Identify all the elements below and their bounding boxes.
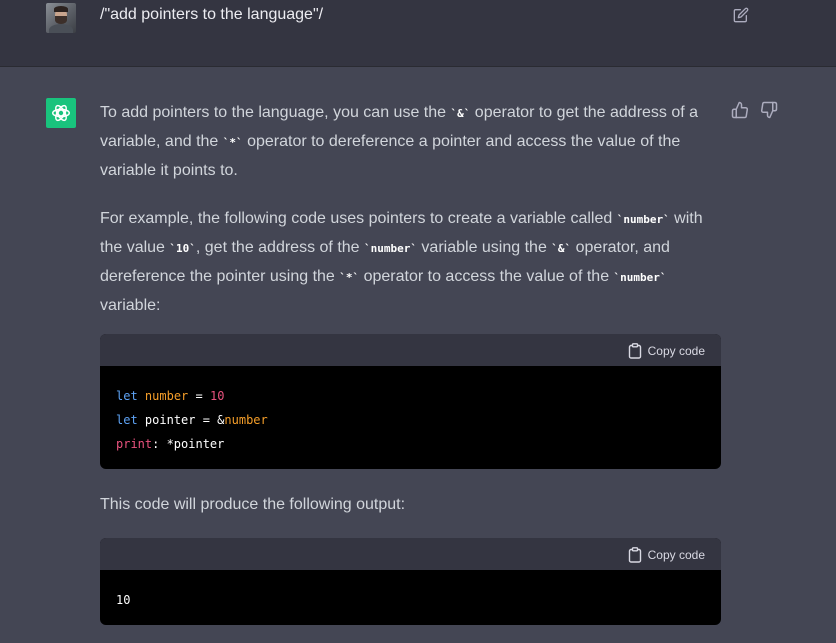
openai-logo — [46, 98, 76, 128]
thumbs-down-icon[interactable] — [760, 101, 778, 119]
code-block-header: Copy code — [100, 334, 721, 366]
output-block: Copy code 10 — [100, 538, 721, 625]
inline-code: `&` — [551, 242, 572, 255]
text: To add pointers to the language, you can… — [100, 104, 451, 121]
code-keyword: let — [116, 413, 138, 427]
code-variable: pointer — [144, 413, 196, 427]
code-number: 10 — [209, 389, 225, 403]
user-message-row: /"add pointers to the language"/ — [0, 0, 836, 67]
inline-code: `number` — [613, 271, 667, 284]
inline-code: `number` — [364, 242, 417, 255]
code-block-header: Copy code — [100, 538, 721, 570]
copy-code-button[interactable]: Copy code — [628, 342, 705, 360]
code-operator: = & — [195, 413, 225, 427]
inline-code: `*` — [222, 136, 243, 149]
text: operator to access the value of the — [359, 268, 614, 285]
text: , get the address of the — [195, 239, 364, 256]
copy-code-label: Copy code — [647, 344, 705, 358]
code-variable: number — [144, 389, 189, 403]
text: variable using the — [416, 239, 552, 256]
code-text: : *pointer — [152, 437, 225, 451]
text: variable: — [100, 297, 161, 314]
feedback-buttons — [731, 101, 781, 121]
paragraph-2: For example, the following code uses poi… — [100, 205, 725, 320]
output-content: 10 — [116, 593, 131, 607]
text: For example, the following code uses poi… — [100, 210, 617, 227]
clipboard-icon — [628, 547, 641, 563]
assistant-response: To add pointers to the language, you can… — [100, 99, 725, 320]
user-message-text: /"add pointers to the language"/ — [100, 6, 324, 23]
edit-icon[interactable] — [733, 7, 749, 23]
code-operator: = — [188, 389, 210, 403]
inline-code: `number` — [616, 213, 670, 226]
code-keyword: let — [116, 389, 138, 403]
copy-code-button[interactable]: Copy code — [628, 546, 705, 564]
paragraph-1: To add pointers to the language, you can… — [100, 99, 725, 185]
inline-code: `*` — [339, 271, 360, 284]
code-function: print — [116, 437, 153, 451]
copy-code-label: Copy code — [647, 548, 705, 562]
clipboard-icon — [628, 343, 641, 359]
user-avatar — [46, 3, 76, 33]
code-content: let number = 10 let pointer = &number pr… — [100, 366, 721, 469]
paragraph-3: This code will produce the following out… — [100, 496, 406, 513]
inline-code: `10` — [169, 242, 196, 255]
inline-code: `&` — [450, 107, 471, 120]
code-reference: number — [224, 413, 268, 427]
thumbs-up-icon[interactable] — [731, 101, 749, 119]
code-block: Copy code let number = 10 let pointer = … — [100, 334, 721, 469]
